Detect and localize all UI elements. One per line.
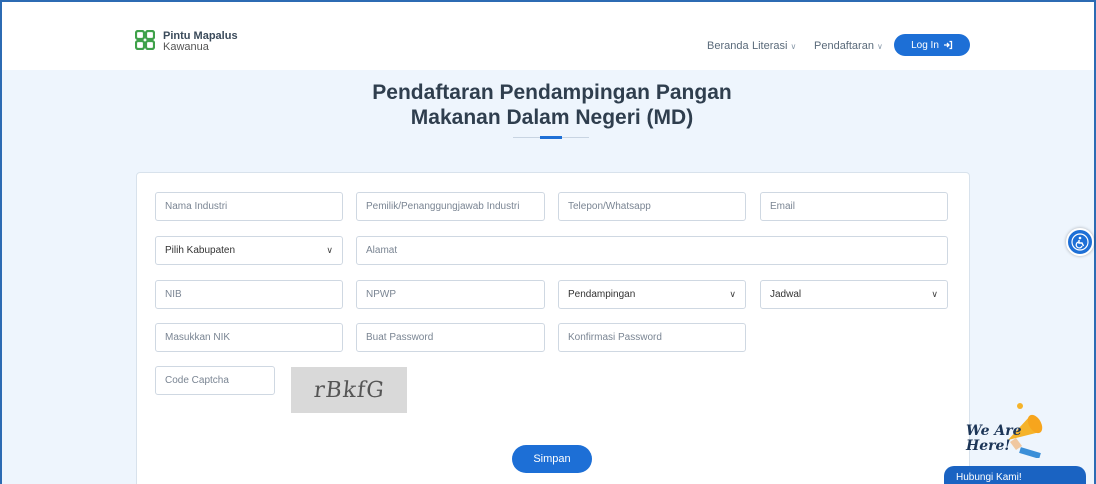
kabupaten-selected-value: Pilih Kabupaten <box>165 245 236 256</box>
chevron-down-icon: ∨ <box>326 245 333 255</box>
page-title-line2: Makanan Dalam Negeri (MD) <box>410 106 694 129</box>
contact-us-button[interactable]: Hubungi Kami! <box>944 466 1086 484</box>
brand-logo-icon[interactable] <box>135 30 155 50</box>
chevron-down-icon: ∨ <box>790 42 797 51</box>
nik-input[interactable]: Masukkan NIK <box>155 323 343 352</box>
nav-literasi-label: Literasi <box>752 40 788 52</box>
login-label: Log In <box>911 39 939 51</box>
captcha-image: rBkfG <box>291 367 407 413</box>
pendampingan-selected-value: Pendampingan <box>568 289 636 300</box>
kabupaten-select[interactable]: Pilih Kabupaten ∨ <box>155 236 343 265</box>
brand-line2: Kawanua <box>163 41 209 53</box>
pemilik-input[interactable]: Pemilik/Penanggungjawab Industri <box>356 192 545 221</box>
nib-input[interactable]: NIB <box>155 280 343 309</box>
jadwal-select[interactable]: Jadwal ∨ <box>760 280 948 309</box>
npwp-input[interactable]: NPWP <box>356 280 545 309</box>
chevron-down-icon: ∨ <box>931 289 938 299</box>
pemilik-placeholder: Pemilik/Penanggungjawab Industri <box>366 201 520 212</box>
we-are-here-badge: We Are Here! <box>966 424 1022 454</box>
nib-placeholder: NIB <box>165 289 182 300</box>
konfirmasi-password-placeholder: Konfirmasi Password <box>568 332 662 343</box>
alamat-input[interactable]: Alamat <box>356 236 948 265</box>
password-placeholder: Buat Password <box>366 332 434 343</box>
nama-industri-placeholder: Nama Industri <box>165 201 228 212</box>
accessibility-icon <box>1071 233 1089 251</box>
nav-home[interactable]: Beranda <box>707 40 749 52</box>
konfirmasi-password-input[interactable]: Konfirmasi Password <box>558 323 746 352</box>
chevron-down-icon: ∨ <box>729 289 736 299</box>
nav-literasi[interactable]: Literasi ∨ <box>752 40 796 52</box>
title-divider-accent <box>540 136 562 139</box>
telepon-input[interactable]: Telepon/Whatsapp <box>558 192 746 221</box>
login-arrow-icon <box>943 40 953 50</box>
nik-placeholder: Masukkan NIK <box>165 332 231 343</box>
captcha-text: rBkfG <box>312 377 386 403</box>
alamat-placeholder: Alamat <box>366 245 398 256</box>
password-input[interactable]: Buat Password <box>356 323 545 352</box>
login-button[interactable]: Log In <box>894 34 970 56</box>
captcha-placeholder: Code Captcha <box>165 375 229 386</box>
nama-industri-input[interactable]: Nama Industri <box>155 192 343 221</box>
pendampingan-select[interactable]: Pendampingan ∨ <box>558 280 746 309</box>
chevron-down-icon: ∨ <box>876 42 883 51</box>
accessibility-button[interactable] <box>1066 228 1094 256</box>
nav-pendaftaran-label: Pendaftaran <box>814 40 874 52</box>
jadwal-selected-value: Jadwal <box>770 289 802 300</box>
badge-line1: We Are <box>966 423 1022 439</box>
nav-pendaftaran[interactable]: Pendaftaran ∨ <box>814 40 883 52</box>
brand-name[interactable]: Pintu Mapalus Kawanua <box>163 31 238 53</box>
captcha-input[interactable]: Code Captcha <box>155 366 275 395</box>
page-title: Pendaftaran Pendampingan Pangan Makanan … <box>300 80 804 130</box>
badge-line2: Here! <box>966 438 1011 454</box>
npwp-placeholder: NPWP <box>366 289 396 300</box>
simpan-button[interactable]: Simpan <box>512 445 592 473</box>
email-placeholder: Email <box>770 201 796 212</box>
page-title-line1: Pendaftaran Pendampingan Pangan <box>372 81 732 104</box>
telepon-placeholder: Telepon/Whatsapp <box>568 201 651 212</box>
email-input[interactable]: Email <box>760 192 948 221</box>
